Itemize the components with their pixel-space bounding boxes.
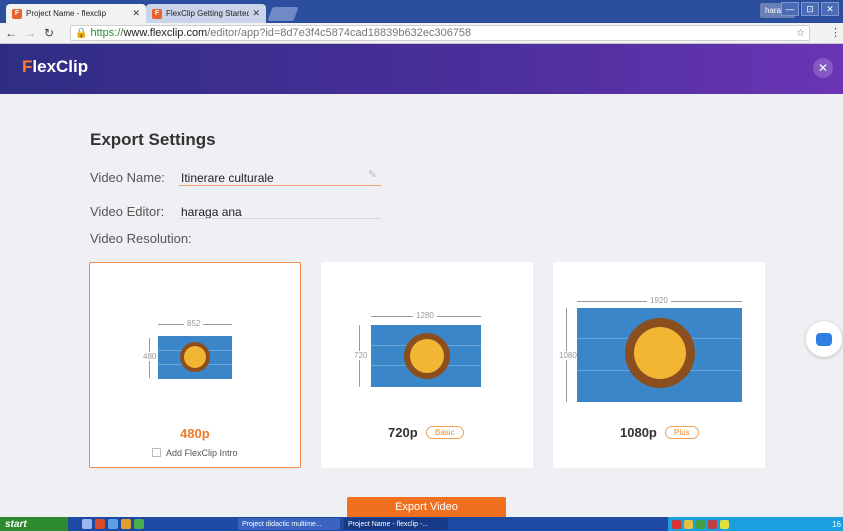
restore-button[interactable]: ⊡ [801, 2, 819, 16]
taskbar-item-project-didactic[interactable]: Project didactic multime... [238, 518, 340, 530]
window-controls: — ⊡ ✕ [781, 2, 839, 16]
resolution-label-480p: 480p [180, 426, 210, 441]
forward-arrow-icon[interactable]: → [22, 25, 38, 41]
resolution-option-720p[interactable]: 1280 720 720p Basic [321, 262, 533, 468]
tray-network-icon[interactable] [684, 519, 693, 529]
tab-getting-started[interactable]: F FlexClip Getting Started Tut ✕ [146, 4, 266, 23]
quicklaunch-desktop-icon[interactable] [82, 519, 92, 529]
video-editor-underline [179, 218, 381, 219]
tab-label: Project Name - flexclip [26, 9, 107, 18]
os-taskbar: start Project didactic multime... Projec… [0, 517, 843, 531]
basic-plan-badge: Basic [426, 426, 464, 439]
export-settings-panel: Export Settings Video Name: Itinerare cu… [0, 94, 843, 517]
edit-pencil-icon[interactable]: ✎ [368, 168, 377, 181]
tray-update-icon[interactable] [708, 519, 717, 529]
system-clock: 16 [832, 519, 841, 529]
bookmark-star-icon[interactable]: ☆ [796, 28, 805, 39]
minimize-button[interactable]: — [781, 2, 799, 16]
start-button[interactable]: start [0, 517, 68, 531]
width-value: 1920 [647, 296, 671, 305]
system-tray: 16 [668, 517, 843, 531]
quicklaunch-folder-icon[interactable] [121, 519, 131, 529]
food-fries [634, 327, 686, 379]
video-resolution-label: Video Resolution: [90, 231, 192, 246]
window-close-button[interactable]: ✕ [821, 2, 839, 16]
flexclip-favicon-icon: F [152, 8, 162, 19]
resolution-option-480p[interactable]: 852 480 480p Add FlexClip Intro [89, 262, 301, 468]
tab-close-icon[interactable]: ✕ [252, 8, 260, 19]
video-name-underline [179, 185, 381, 186]
browser-toolbar: ← → ↻ 🔒 https:// www.flexclip.com /edito… [0, 23, 843, 44]
width-value: 1280 [413, 311, 437, 320]
thumbnail-image [371, 325, 481, 387]
export-video-button[interactable]: Export Video [347, 497, 506, 517]
resolution-label-1080p: 1080p [620, 425, 657, 440]
food-fries [184, 346, 206, 368]
taskbar-item-flexclip[interactable]: Project Name - flexclip -... [344, 518, 448, 530]
quicklaunch-app-icon[interactable] [95, 519, 105, 529]
url-path: /editor/app?id=8d7e3f4c5874cad18839b632e… [207, 27, 472, 39]
chat-support-button[interactable] [806, 321, 842, 357]
back-arrow-icon[interactable]: ← [3, 25, 19, 41]
tray-antivirus-icon[interactable] [672, 519, 681, 529]
resolution-option-1080p[interactable]: 1920 1080 1080p Plus [553, 262, 765, 468]
width-value: 852 [184, 319, 204, 328]
browser-menu-icon[interactable]: ⋮ [830, 26, 841, 39]
tab-project-name[interactable]: F Project Name - flexclip ✕ [6, 4, 146, 23]
app-header: FlexClip ✕ [0, 44, 843, 94]
url-host: www.flexclip.com [123, 27, 208, 39]
logo-letter-f: F [22, 57, 33, 76]
quicklaunch-chrome-icon[interactable] [134, 519, 144, 529]
thumbnail-image [158, 336, 232, 379]
chat-bubble-icon [816, 332, 832, 346]
flexclip-logo[interactable]: FlexClip [22, 57, 88, 77]
video-name-input[interactable]: Itinerare culturale [181, 171, 274, 185]
tab-label: FlexClip Getting Started Tut [166, 9, 250, 18]
plus-plan-badge: Plus [665, 426, 699, 439]
thumbnail-image [577, 308, 742, 402]
logo-text: lexClip [32, 57, 89, 76]
video-editor-label: Video Editor: [90, 204, 165, 219]
lock-icon: 🔒 [75, 27, 88, 39]
tray-volume-icon[interactable] [696, 519, 705, 529]
reload-icon[interactable]: ↻ [41, 25, 57, 41]
resolution-label-720p: 720p [388, 425, 418, 440]
browser-tab-strip: F Project Name - flexclip ✕ F FlexClip G… [0, 0, 843, 23]
quicklaunch-ie-icon[interactable] [108, 519, 118, 529]
tray-app-icon[interactable] [720, 519, 729, 529]
url-scheme: https:// [90, 27, 124, 39]
height-value: 480 [140, 352, 160, 361]
height-value: 720 [351, 351, 371, 360]
quick-launch [82, 519, 144, 529]
food-fries [410, 339, 444, 373]
new-tab-button[interactable] [267, 7, 299, 21]
intro-checkbox-label: Add FlexClip Intro [166, 448, 238, 458]
flexclip-favicon-icon: F [12, 8, 22, 19]
tab-close-icon[interactable]: ✕ [132, 8, 140, 19]
close-dialog-button[interactable]: ✕ [813, 58, 833, 78]
video-editor-value: haraga ana [181, 205, 242, 219]
video-name-label: Video Name: [90, 170, 165, 185]
page-title: Export Settings [90, 130, 216, 149]
address-bar[interactable]: 🔒 https:// www.flexclip.com /editor/app?… [70, 25, 810, 41]
intro-checkbox[interactable] [152, 448, 161, 457]
